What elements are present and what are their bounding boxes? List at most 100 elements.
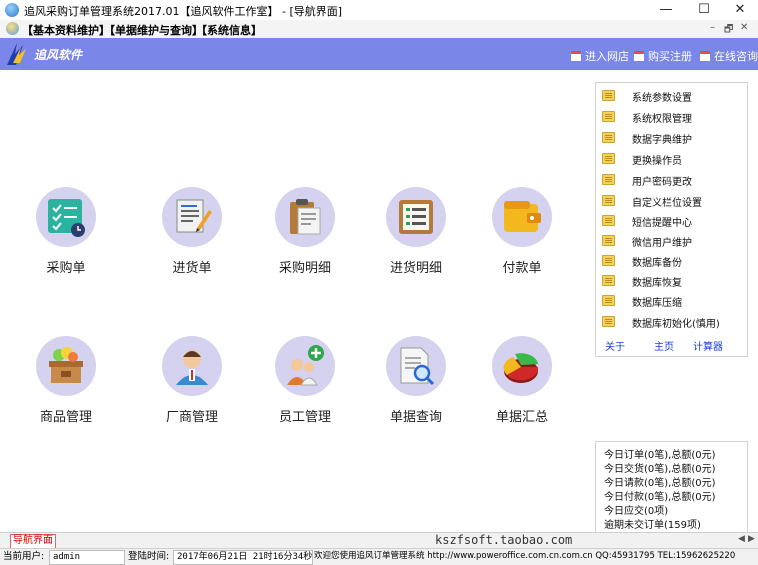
menu-db-initialize[interactable]: 数据库初始化(慎用) [602,312,742,332]
maximize-button[interactable]: ☐ [686,0,722,20]
tab-scroll-right-icon[interactable]: ▶ [748,534,755,544]
list-board-icon [399,200,433,234]
module-label: 商品管理 [39,410,92,425]
module-label: 进货明细 [389,261,442,276]
folder-icon [602,111,615,122]
vendor-person-icon [176,350,208,385]
folder-icon [602,153,615,164]
menu-system-params[interactable]: 系统参数设置 [602,86,742,106]
folder-icon [602,132,615,143]
tab-scroll-left-icon[interactable]: ◀ [738,534,745,544]
document-search-icon [400,347,435,386]
buy-register-label: 购买注册 [648,50,692,63]
mdi-minimize-button[interactable]: – [710,22,715,33]
menu-permissions[interactable]: 系统权限管理 [602,107,742,127]
module-label: 进货单 [172,261,212,276]
folder-icon [602,295,615,306]
calendar-icon [700,51,710,61]
module-purchase-detail[interactable]: 采购明细 [260,187,350,297]
item-label: 数据库恢复 [632,278,682,289]
mdi-close-button[interactable]: ✕ [740,22,748,33]
module-document-summary[interactable]: 单据汇总 [477,336,567,446]
menu-custom-columns[interactable]: 自定义栏位设置 [602,191,742,211]
module-goods-management[interactable]: 商品管理 [21,336,111,446]
checklist-icon [48,199,85,237]
folder-icon [602,316,615,327]
menu-sms-center[interactable]: 短信提醒中心 [602,211,742,231]
folder-icon [602,235,615,246]
menu-system-info[interactable]: 【系统信息】 [196,22,262,38]
item-label: 自定义栏位设置 [632,198,702,209]
stat-deliveries: 今日交货(0笔),总额(0元) [604,464,716,475]
minimize-button[interactable]: — [648,0,684,20]
item-label: 数据库备份 [632,258,682,269]
login-time-value: 2017年06月21日 21时16分34秒 [173,550,313,565]
about-link[interactable]: 关于 [605,338,625,353]
goods-box-icon [49,347,83,383]
brand-name: 追风软件 [34,48,83,62]
window-title: 追风采购订单管理系统2017.01【追风软件工作室】 - [导航界面] [24,5,343,18]
item-label: 数据库压缩 [632,298,682,309]
menu-bar: 【基本资料维护】 【单据维护与查询】 【系统信息】 – 🗗 ✕ [0,20,758,39]
mdi-restore-button[interactable]: 🗗 [724,22,733,39]
staff-add-icon [287,345,324,386]
folder-icon [602,255,615,266]
tab-navigation[interactable]: 导航界面 [10,534,56,549]
menu-change-operator[interactable]: 更换操作员 [602,149,742,169]
online-consult-link[interactable]: 在线咨询 [700,48,758,64]
stat-orders: 今日订单(0笔),总额(0元) [604,450,716,461]
shop-url-watermark: kszfsoft.taobao.com [435,533,573,547]
module-vendor-management[interactable]: 厂商管理 [147,336,237,446]
menu-db-restore[interactable]: 数据库恢复 [602,271,742,291]
close-button[interactable]: ✕ [722,0,758,20]
module-receipt[interactable]: 进货单 [147,187,237,297]
app-icon [5,3,19,17]
home-link[interactable]: 主页 [654,338,674,353]
welcome-message: 欢迎您使用追风订单管理系统 http://www.poweroffice.com… [314,551,736,561]
clipboard-icon [290,199,321,235]
menu-app-icon [6,22,19,35]
current-user-value: admin [49,550,125,565]
module-label: 单据汇总 [495,410,548,425]
enter-shop-link[interactable]: 进入网店 [571,48,629,64]
menu-db-backup[interactable]: 数据库备份 [602,251,742,271]
module-label: 采购单 [46,261,86,276]
module-document-query[interactable]: 单据查询 [371,336,461,446]
stat-due-today: 今日应交(0项) [604,506,669,517]
item-label: 系统权限管理 [632,114,692,125]
enter-shop-label: 进入网店 [585,50,629,63]
pie-chart-icon [503,353,539,383]
module-label: 单据查询 [389,410,442,425]
folder-icon [602,195,615,206]
menu-data-dictionary[interactable]: 数据字典维护 [602,128,742,148]
status-bar: 当前用户: admin 登陆时间: 2017年06月21日 21时16分34秒 … [0,548,758,565]
calculator-link[interactable]: 计算器 [693,338,723,353]
stat-requests: 今日请款(0笔),总额(0元) [604,478,716,489]
module-staff-management[interactable]: 员工管理 [260,336,350,446]
stat-payments: 今日付款(0笔),总额(0元) [604,492,716,503]
folder-icon [602,215,615,226]
tab-bar: 导航界面 kszfsoft.taobao.com ◀ ▶ [0,532,758,549]
menu-wechat-users[interactable]: 微信用户维护 [602,231,742,251]
menu-document-query[interactable]: 【单据维护与查询】 [104,22,203,38]
menu-change-password[interactable]: 用户密码更改 [602,170,742,190]
stat-overdue: 逾期未交订单(159项) [604,520,701,531]
buy-register-link[interactable]: 购买注册 [634,48,692,64]
item-label: 更换操作员 [632,156,682,167]
module-receipt-detail[interactable]: 进货明细 [371,187,461,297]
item-label: 短信提醒中心 [632,218,692,229]
wallet-icon [504,201,541,232]
module-label: 付款单 [502,261,542,276]
item-label: 微信用户维护 [632,238,692,249]
item-label: 数据库初始化(慎用) [632,319,720,330]
module-payment[interactable]: 付款单 [477,187,567,297]
menu-db-compact[interactable]: 数据库压缩 [602,291,742,311]
title-bar: 追风采购订单管理系统2017.01【追风软件工作室】 - [导航界面] — ☐ … [0,0,758,20]
notepad-pencil-icon [176,199,212,233]
item-label: 用户密码更改 [632,177,692,188]
folder-icon [602,275,615,286]
menu-basic-data[interactable]: 【基本资料维护】 [22,22,110,38]
module-purchase-order[interactable]: 采购单 [21,187,111,297]
calendar-icon [571,51,581,61]
system-function-panel: 系统参数设置 系统权限管理 数据字典维护 更换操作员 用户密码更改 自定义栏位设… [595,82,748,357]
